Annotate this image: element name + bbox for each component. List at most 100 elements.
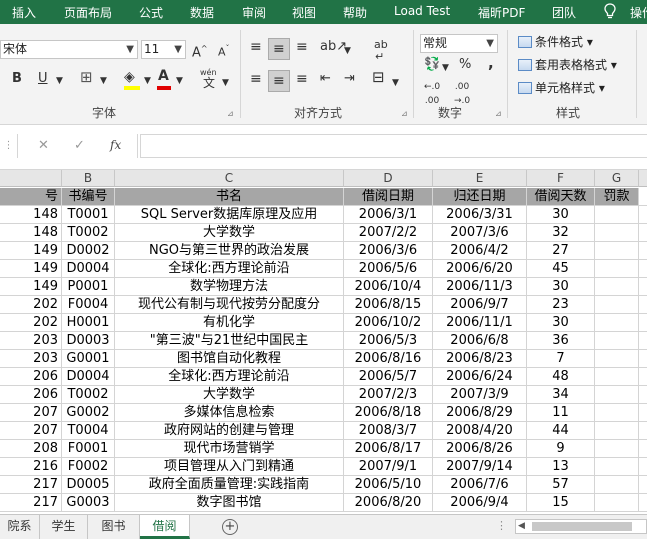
- tab-team[interactable]: 团队: [552, 4, 576, 21]
- cell-b[interactable]: T0004: [62, 422, 115, 440]
- cell-g[interactable]: [595, 296, 639, 314]
- column-header-d[interactable]: D: [344, 170, 433, 187]
- cell-e[interactable]: 2006/9/4: [433, 494, 527, 512]
- cell-h[interactable]: [639, 296, 647, 314]
- cell-h[interactable]: [639, 350, 647, 368]
- cell-g[interactable]: [595, 458, 639, 476]
- cell-d[interactable]: 2006/5/7: [344, 368, 433, 386]
- cell-a[interactable]: 203: [0, 350, 62, 368]
- cell-h[interactable]: [639, 278, 647, 296]
- cell-f[interactable]: 32: [527, 224, 595, 242]
- cell-a[interactable]: 148: [0, 224, 62, 242]
- header-cell-c[interactable]: 书名: [115, 188, 344, 206]
- column-header-h[interactable]: [639, 170, 647, 187]
- cell-h[interactable]: [639, 188, 647, 206]
- increase-indent-icon[interactable]: ⇥: [344, 72, 355, 86]
- cell-d[interactable]: 2006/8/15: [344, 296, 433, 314]
- cell-e[interactable]: 2006/6/8: [433, 332, 527, 350]
- header-cell-f[interactable]: 借阅天数: [527, 188, 595, 206]
- cell-g[interactable]: [595, 314, 639, 332]
- cell-h[interactable]: [639, 332, 647, 350]
- cell-b[interactable]: D0004: [62, 368, 115, 386]
- cell-d[interactable]: 2006/5/10: [344, 476, 433, 494]
- merge-center-icon[interactable]: ⊟: [372, 70, 385, 85]
- cell-c[interactable]: 项目管理从入门到精通: [115, 458, 344, 476]
- cell-e[interactable]: 2007/9/14: [433, 458, 527, 476]
- tab-foxit-pdf[interactable]: 福昕PDF: [478, 4, 525, 21]
- number-launcher-icon[interactable]: ⊿: [495, 109, 502, 118]
- cell-a[interactable]: 217: [0, 476, 62, 494]
- tab-page-layout[interactable]: 页面布局: [64, 4, 112, 21]
- cell-g[interactable]: [595, 350, 639, 368]
- cell-e[interactable]: 2006/6/20: [433, 260, 527, 278]
- cell-a[interactable]: 206: [0, 368, 62, 386]
- align-middle-button[interactable]: ≡: [268, 38, 290, 60]
- cell-b[interactable]: H0001: [62, 314, 115, 332]
- column-header-g[interactable]: G: [595, 170, 639, 187]
- cell-c[interactable]: 全球化:西方理论前沿: [115, 368, 344, 386]
- column-header-f[interactable]: F: [527, 170, 595, 187]
- cell-b[interactable]: D0003: [62, 332, 115, 350]
- cell-g[interactable]: [595, 386, 639, 404]
- cell-g[interactable]: [595, 440, 639, 458]
- cell-f[interactable]: 45: [527, 260, 595, 278]
- fill-color-icon[interactable]: ◈: [124, 70, 135, 84]
- cell-f[interactable]: 27: [527, 242, 595, 260]
- underline-button[interactable]: U: [38, 72, 48, 86]
- cell-b[interactable]: T0002: [62, 386, 115, 404]
- column-header-b[interactable]: B: [62, 170, 115, 187]
- cell-d[interactable]: 2006/8/17: [344, 440, 433, 458]
- cell-a[interactable]: 149: [0, 242, 62, 260]
- cell-a[interactable]: 206: [0, 386, 62, 404]
- cell-d[interactable]: 2006/5/3: [344, 332, 433, 350]
- cell-a[interactable]: 207: [0, 422, 62, 440]
- chevron-down-icon[interactable]: ▼: [176, 74, 183, 88]
- cell-d[interactable]: 2006/3/6: [344, 242, 433, 260]
- cell-b[interactable]: T0001: [62, 206, 115, 224]
- chevron-down-icon[interactable]: ▼: [100, 74, 107, 88]
- decrease-indent-icon[interactable]: ⇤: [320, 72, 331, 86]
- align-top-icon[interactable]: ≡: [250, 40, 262, 54]
- sheet-tab-books[interactable]: 图书: [88, 515, 140, 539]
- horizontal-scrollbar[interactable]: ◀: [515, 519, 647, 534]
- cell-b[interactable]: D0004: [62, 260, 115, 278]
- tab-view[interactable]: 视图: [292, 4, 316, 21]
- cell-c[interactable]: 现代公有制与现代按劳分配度分: [115, 296, 344, 314]
- cell-e[interactable]: 2006/8/29: [433, 404, 527, 422]
- cell-b[interactable]: P0001: [62, 278, 115, 296]
- cell-h[interactable]: [639, 242, 647, 260]
- scroll-left-icon[interactable]: ◀: [518, 521, 525, 531]
- cell-f[interactable]: 15: [527, 494, 595, 512]
- cell-h[interactable]: [639, 206, 647, 224]
- align-left-icon[interactable]: ≡: [250, 72, 262, 86]
- cell-e[interactable]: 2006/8/26: [433, 440, 527, 458]
- cell-e[interactable]: 2006/11/1: [433, 314, 527, 332]
- cell-h[interactable]: [639, 458, 647, 476]
- cell-e[interactable]: 2008/4/20: [433, 422, 527, 440]
- cell-f[interactable]: 44: [527, 422, 595, 440]
- cell-h[interactable]: [639, 368, 647, 386]
- cell-c[interactable]: NGO与第三世界的政治发展: [115, 242, 344, 260]
- cell-g[interactable]: [595, 278, 639, 296]
- cell-g[interactable]: [595, 368, 639, 386]
- cell-h[interactable]: [639, 476, 647, 494]
- cell-a[interactable]: 207: [0, 404, 62, 422]
- cell-d[interactable]: 2007/2/2: [344, 224, 433, 242]
- cell-g[interactable]: [595, 206, 639, 224]
- font-color-icon[interactable]: A: [158, 69, 169, 83]
- cell-h[interactable]: [639, 314, 647, 332]
- cell-h[interactable]: [639, 494, 647, 512]
- cell-e[interactable]: 2006/9/7: [433, 296, 527, 314]
- cell-b[interactable]: G0001: [62, 350, 115, 368]
- cell-f[interactable]: 48: [527, 368, 595, 386]
- cell-c[interactable]: 数学物理方法: [115, 278, 344, 296]
- cell-c[interactable]: 大学数学: [115, 386, 344, 404]
- cell-g[interactable]: [595, 422, 639, 440]
- more-sheets-icon[interactable]: ⋮: [496, 519, 507, 532]
- header-cell-a[interactable]: 号: [0, 188, 62, 206]
- cell-c[interactable]: "第三波"与21世纪中国民主: [115, 332, 344, 350]
- chevron-down-icon[interactable]: ▼: [144, 74, 151, 88]
- comma-style-button[interactable]: ,: [488, 56, 494, 71]
- sheet-tab-departments[interactable]: 院系: [0, 515, 40, 539]
- cell-g[interactable]: [595, 476, 639, 494]
